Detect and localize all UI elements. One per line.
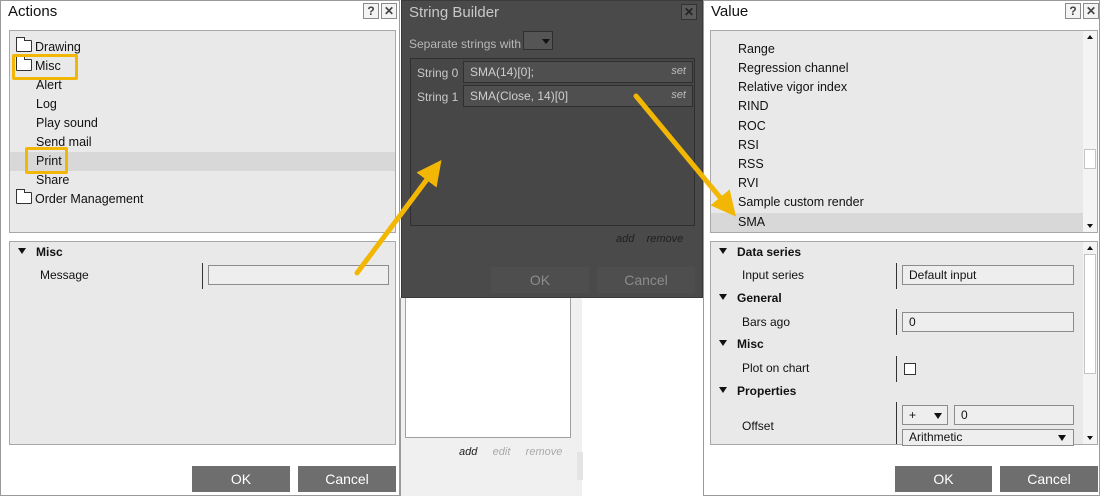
list-item[interactable]: RVI xyxy=(738,174,759,193)
value-cancel-button[interactable]: Cancel xyxy=(1000,466,1098,492)
background-list xyxy=(405,298,571,438)
string-cancel-button[interactable]: Cancel xyxy=(597,267,695,293)
category-misc[interactable]: Misc xyxy=(719,335,764,354)
string-1-label: String 1 xyxy=(417,90,459,104)
string-0-set-link[interactable]: set xyxy=(671,65,686,77)
tree-folder-order-management[interactable]: Order Management xyxy=(16,189,143,209)
category-properties[interactable]: Properties xyxy=(719,382,796,401)
bars-ago-field[interactable]: 0 xyxy=(902,312,1074,332)
offset-type-select[interactable]: Arithmetic xyxy=(902,429,1074,446)
folder-icon xyxy=(16,189,32,204)
value-properties: Data series Input series Default input G… xyxy=(710,241,1098,446)
list-item[interactable]: RSI xyxy=(738,136,759,155)
collapse-icon xyxy=(719,340,727,346)
background-dialog: add edit remove xyxy=(400,298,583,496)
collapse-icon xyxy=(719,387,727,393)
ok-button[interactable]: OK xyxy=(192,466,290,492)
message-field[interactable] xyxy=(208,265,389,285)
string-builder-dialog: String Builder ✕ Separate strings with S… xyxy=(401,0,703,298)
edit-link[interactable]: edit xyxy=(493,446,511,458)
folder-icon xyxy=(16,37,32,52)
string-1-field[interactable]: SMA(Close, 14)[0] set xyxy=(463,85,693,107)
category-misc[interactable]: Misc xyxy=(18,243,63,262)
scroll-thumb[interactable] xyxy=(1084,254,1096,374)
offset-value-field[interactable]: 0 xyxy=(954,405,1074,425)
list-item-selected[interactable]: SMA xyxy=(738,213,765,232)
column-separator xyxy=(896,356,897,382)
close-icon[interactable]: ✕ xyxy=(381,3,397,19)
offset-operator-select[interactable]: + xyxy=(902,405,948,425)
add-link[interactable]: add xyxy=(459,446,477,458)
value-help-button[interactable]: ? xyxy=(1065,3,1081,19)
string-1-set-link[interactable]: set xyxy=(671,89,686,101)
string-ok-button[interactable]: OK xyxy=(491,267,589,293)
misc-highlight xyxy=(12,54,78,80)
background-links: add edit remove xyxy=(459,446,562,458)
print-highlight xyxy=(25,147,68,174)
actions-properties: Misc Message xyxy=(9,241,396,445)
collapse-icon xyxy=(18,248,26,254)
remove-link[interactable]: remove xyxy=(526,446,563,458)
collapse-icon xyxy=(719,294,727,300)
list-item[interactable]: ROC xyxy=(738,117,766,136)
string-builder-close-icon[interactable]: ✕ xyxy=(681,4,697,20)
actions-titlebar[interactable]: Actions ? ✕ xyxy=(1,1,399,23)
list-item[interactable]: Sample custom render xyxy=(738,193,864,212)
help-button[interactable]: ? xyxy=(363,3,379,19)
tree-item-log[interactable]: Log xyxy=(36,95,57,114)
plot-on-chart-label: Plot on chart xyxy=(742,361,810,375)
scroll-down-icon[interactable] xyxy=(1087,436,1093,440)
list-selected-row xyxy=(711,213,1083,232)
props-scrollbar[interactable] xyxy=(1083,242,1097,444)
string-builder-title: String Builder xyxy=(409,4,500,21)
category-general[interactable]: General xyxy=(719,289,782,308)
actions-title: Actions xyxy=(8,3,58,20)
plot-on-chart-checkbox[interactable] xyxy=(904,363,916,375)
scroll-down-icon[interactable] xyxy=(1087,224,1093,228)
chevron-down-icon xyxy=(934,413,942,419)
indicator-list: Range Regression channel Relative vigor … xyxy=(710,30,1098,233)
background-bottom-strip xyxy=(577,452,583,480)
string-0-field[interactable]: SMA(14)[0]; set xyxy=(463,61,693,83)
cancel-button[interactable]: Cancel xyxy=(298,466,396,492)
list-item[interactable]: RIND xyxy=(738,97,769,116)
list-item[interactable]: Relative vigor index xyxy=(738,78,847,97)
input-series-label: Input series xyxy=(742,268,805,282)
value-close-icon[interactable]: ✕ xyxy=(1083,3,1099,19)
scroll-up-icon[interactable] xyxy=(1087,35,1093,39)
separator-select[interactable] xyxy=(523,31,553,50)
remove-string-link[interactable]: remove xyxy=(647,233,684,245)
column-separator xyxy=(202,263,203,289)
actions-dialog: Actions ? ✕ Drawing Misc Alert Log Play … xyxy=(0,0,400,496)
separate-label: Separate strings with xyxy=(409,37,522,51)
strings-panel: String 0 SMA(14)[0]; set String 1 SMA(Cl… xyxy=(410,58,695,226)
bars-ago-label: Bars ago xyxy=(742,315,791,329)
scroll-thumb[interactable] xyxy=(1084,149,1096,169)
value-dialog: Value ? ✕ Range Regression channel Relat… xyxy=(703,0,1100,496)
scroll-up-icon[interactable] xyxy=(1087,246,1093,250)
input-series-field[interactable]: Default input xyxy=(902,265,1074,285)
chevron-down-icon xyxy=(1058,435,1066,441)
column-separator xyxy=(896,402,897,444)
list-item[interactable]: Regression channel xyxy=(738,59,849,78)
string-links: add remove xyxy=(616,233,683,245)
collapse-icon xyxy=(719,248,727,254)
list-scrollbar[interactable] xyxy=(1083,31,1097,232)
category-data-series[interactable]: Data series xyxy=(719,243,801,262)
value-title: Value xyxy=(711,3,749,20)
list-item[interactable]: RSS xyxy=(738,155,764,174)
value-titlebar[interactable]: Value ? ✕ xyxy=(704,1,1099,23)
add-string-link[interactable]: add xyxy=(616,233,634,245)
tree-item-play-sound[interactable]: Play sound xyxy=(36,114,98,133)
message-label: Message xyxy=(40,268,89,282)
list-item[interactable]: Range xyxy=(738,40,775,59)
string-0-label: String 0 xyxy=(417,66,459,80)
column-separator xyxy=(896,309,897,335)
value-ok-button[interactable]: OK xyxy=(895,466,992,492)
column-separator xyxy=(896,263,897,289)
chevron-down-icon xyxy=(542,39,550,44)
offset-label: Offset xyxy=(742,419,774,433)
